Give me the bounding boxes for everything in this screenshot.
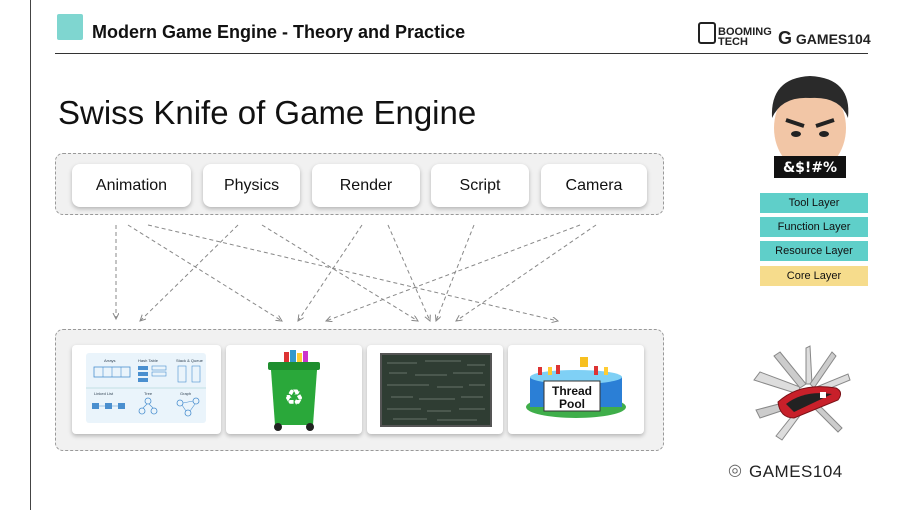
arrow-physics-ds (140, 224, 239, 321)
chalkboard-icon (380, 353, 492, 427)
booming-tech-logo: BOOMING TECH (698, 22, 772, 48)
tile-recycle-bin: ♻ (226, 345, 362, 434)
arrow-camera-bin (326, 224, 581, 321)
thread-pool-line2: Pool (559, 397, 585, 411)
svg-text:♻: ♻ (284, 386, 304, 411)
layer-function: Function Layer (760, 217, 868, 237)
course-logo-icon (57, 14, 83, 40)
brand-tech: TECH (718, 36, 748, 48)
arrow-animation-bin (127, 224, 282, 321)
module-render: Render (312, 164, 420, 207)
ds-hash-label: Hash Table (138, 358, 159, 363)
arrow-physics-math (261, 224, 418, 321)
header-title: Modern Game Engine - Theory and Practice (92, 22, 466, 42)
ds-stack-label: Stack & Queue (176, 358, 204, 363)
module-animation: Animation (72, 164, 191, 207)
recycle-bin-icon: ♻ (268, 350, 320, 431)
swiss-knife-icon (753, 345, 851, 441)
footer-text: GAMES104 (733, 462, 843, 482)
ds-tree-label: Tree (144, 391, 153, 396)
slide-left-border (30, 0, 31, 510)
slide: Modern Game Engine - Theory and Practice… (0, 0, 906, 510)
arrow-animation-pool (147, 224, 558, 321)
arrow-render-bin (298, 224, 363, 321)
layer-core: Core Layer (760, 266, 868, 286)
tile-thread-pool: Thread Pool (508, 345, 644, 434)
brand-games: GAMES104 (795, 31, 871, 47)
thread-pool-icon: Thread Pool (526, 357, 626, 418)
tile-data-structures: Arrays Hash Table Stack & Queue Linked L… (72, 345, 221, 434)
module-camera: Camera (541, 164, 647, 207)
layer-resource: Resource Layer (760, 241, 868, 261)
ds-arrays-label: Arrays (104, 358, 116, 363)
games104-logo: G GAMES104 (778, 28, 871, 49)
header-divider (55, 53, 868, 54)
arrow-camera-math (456, 224, 597, 321)
tile-math-board (367, 345, 503, 434)
ds-graph-label: Graph (180, 391, 191, 396)
footer-label: GAMES104 (749, 462, 843, 481)
module-script: Script (431, 164, 529, 207)
avatar-mouth-text: &$!#% (783, 160, 837, 176)
ds-linked-label: Linked List (94, 391, 114, 396)
angry-avatar-icon: &$!#% (771, 76, 849, 178)
games-g-icon: G (778, 28, 793, 48)
thread-pool-line1: Thread (552, 384, 592, 398)
data-structures-diagram: Arrays Hash Table Stack & Queue Linked L… (86, 353, 206, 423)
layer-tool: Tool Layer (760, 193, 868, 213)
arrow-script-math (436, 224, 475, 321)
module-physics: Physics (203, 164, 300, 207)
booming-b-icon (698, 22, 716, 44)
page-title: Swiss Knife of Game Engine (58, 94, 477, 131)
arrow-render-math (387, 224, 430, 321)
